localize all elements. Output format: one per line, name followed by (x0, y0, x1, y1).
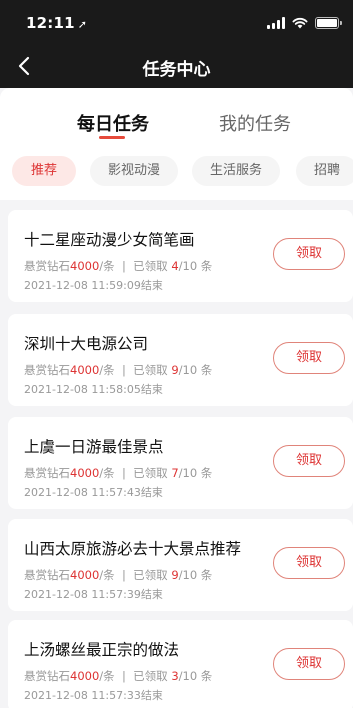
chip-recommend[interactable]: 推荐 (12, 156, 77, 186)
chip-life-services[interactable]: 生活服务 (192, 156, 281, 186)
location-arrow-icon: ➚ (77, 18, 88, 31)
task-card: 十二星座动漫少女简笔画 悬赏钻石4000/条 | 已领取 4/10 条 2021… (8, 210, 353, 302)
chip-recruitment[interactable]: 招聘 (296, 156, 353, 186)
task-card: 山西太原旅游必去十大景点推荐 悬赏钻石4000/条 | 已领取 9/10 条 2… (8, 519, 353, 611)
task-meta: 悬赏钻石4000/条 | 已领取 4/10 条 (24, 259, 213, 273)
task-end-time: 2021-12-08 11:58:05结束 (24, 383, 163, 396)
task-title: 深圳十大电源公司 (24, 335, 149, 353)
tabs-area: 每日任务 我的任务 推荐 影视动漫 生活服务 招聘 (0, 88, 353, 200)
task-title: 十二星座动漫少女简笔画 (24, 231, 195, 249)
task-meta: 悬赏钻石4000/条 | 已领取 7/10 条 (24, 466, 213, 480)
wifi-icon (292, 17, 308, 29)
task-end-time: 2021-12-08 11:57:33结束 (24, 689, 163, 702)
task-meta: 悬赏钻石4000/条 | 已领取 9/10 条 (24, 568, 213, 582)
task-card: 上虞一日游最佳景点 悬赏钻石4000/条 | 已领取 7/10 条 2021-1… (8, 417, 353, 509)
task-end-time: 2021-12-08 11:57:43结束 (24, 486, 163, 499)
task-meta: 悬赏钻石4000/条 | 已领取 9/10 条 (24, 363, 213, 377)
tab-daily-tasks[interactable]: 每日任务 (77, 110, 149, 136)
task-card: 深圳十大电源公司 悬赏钻石4000/条 | 已领取 9/10 条 2021-12… (8, 314, 353, 406)
page-title: 任务中心 (142, 60, 211, 80)
status-icons (267, 15, 342, 29)
task-title: 上虞一日游最佳景点 (24, 438, 164, 456)
category-chips: 推荐 影视动漫 生活服务 招聘 (0, 156, 353, 188)
task-title: 上汤螺丝最正宗的做法 (24, 641, 180, 659)
cellular-signal-icon (267, 17, 285, 29)
status-time: 12:11 ➚ (26, 14, 87, 32)
task-title: 山西太原旅游必去十大景点推荐 (24, 540, 242, 558)
claim-button[interactable]: 领取 (273, 238, 345, 270)
task-end-time: 2021-12-08 11:57:39结束 (24, 588, 163, 601)
main-content: 每日任务 我的任务 推荐 影视动漫 生活服务 招聘 十二星座动漫少女简笔画 悬赏… (0, 88, 353, 708)
battery-icon (315, 17, 342, 29)
status-bar: 12:11 ➚ (0, 0, 353, 44)
task-meta: 悬赏钻石4000/条 | 已领取 3/10 条 (24, 669, 213, 683)
active-tab-indicator (99, 136, 125, 139)
task-card: 上汤螺丝最正宗的做法 悬赏钻石4000/条 | 已领取 3/10 条 2021-… (8, 620, 353, 708)
claim-button[interactable]: 领取 (273, 648, 345, 680)
tab-my-tasks[interactable]: 我的任务 (219, 110, 291, 136)
nav-bar: 任务中心 (0, 44, 353, 88)
task-end-time: 2021-12-08 11:59:09结束 (24, 279, 163, 292)
claim-button[interactable]: 领取 (273, 342, 345, 374)
chip-film-anime[interactable]: 影视动漫 (90, 156, 179, 186)
claim-button[interactable]: 领取 (273, 547, 345, 579)
status-time-text: 12:11 (26, 14, 75, 32)
claim-button[interactable]: 领取 (273, 445, 345, 477)
